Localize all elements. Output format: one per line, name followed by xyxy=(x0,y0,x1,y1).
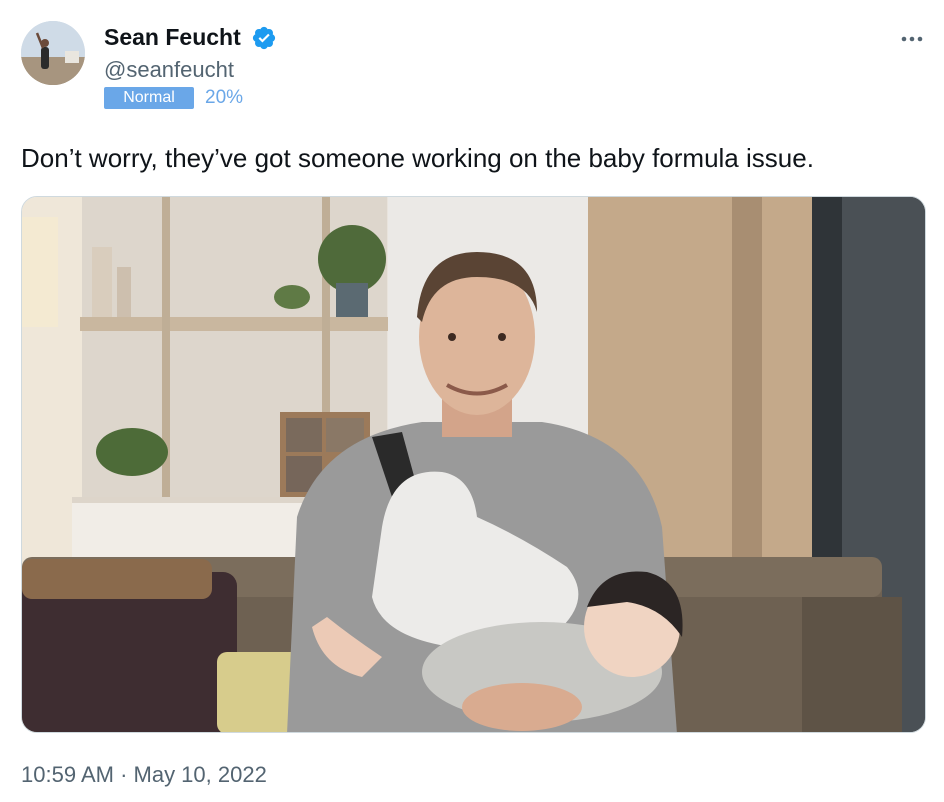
reading-mode-percent: 20% xyxy=(205,87,244,108)
avatar-image xyxy=(21,21,85,85)
reading-mode-badge: Normal xyxy=(104,87,194,109)
more-options-icon xyxy=(901,36,923,42)
photo-illustration xyxy=(22,197,925,732)
author-handle[interactable]: @seanfeucht xyxy=(104,56,234,84)
author-name[interactable]: Sean Feucht xyxy=(104,22,241,52)
tweet-text: Don’t worry, they’ve got someone working… xyxy=(21,143,814,173)
more-options-button[interactable] xyxy=(894,24,930,54)
tweet-media-image[interactable] xyxy=(21,196,926,733)
avatar[interactable] xyxy=(21,21,85,85)
tweet-timestamp[interactable]: 10:59 AM · May 10, 2022 xyxy=(21,760,267,790)
verified-badge-icon xyxy=(251,25,277,51)
